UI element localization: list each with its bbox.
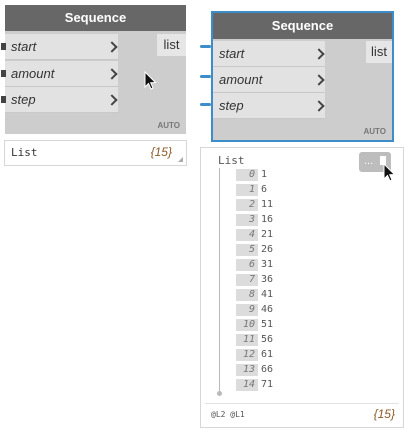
node-title[interactable]: Sequence bbox=[5, 5, 186, 31]
list-value: 21 bbox=[261, 229, 274, 240]
chevron-right-icon bbox=[313, 47, 325, 60]
chevron-right-icon bbox=[106, 93, 118, 106]
resize-grip-icon[interactable] bbox=[178, 157, 183, 162]
mouse-cursor-icon bbox=[383, 163, 396, 182]
chevron-right-icon bbox=[313, 99, 325, 112]
item-count: {15} bbox=[150, 145, 172, 159]
input-port-step[interactable]: step bbox=[213, 93, 325, 119]
connector-wire[interactable] bbox=[200, 103, 211, 106]
chevron-right-icon bbox=[106, 40, 118, 53]
mouse-cursor-icon bbox=[144, 71, 157, 90]
node-title[interactable]: Sequence bbox=[213, 13, 392, 39]
input-port-step[interactable]: step bbox=[1, 87, 118, 113]
list-levels: @L2 @L1 bbox=[211, 410, 245, 419]
chevron-right-icon bbox=[106, 67, 118, 80]
port-label: start bbox=[219, 46, 245, 61]
preview-type-label: List bbox=[218, 154, 245, 167]
lacing-label: AUTO bbox=[157, 121, 180, 130]
lacing-label: AUTO bbox=[363, 127, 386, 136]
input-port-start[interactable]: start bbox=[213, 41, 325, 67]
list-index: 13 bbox=[236, 364, 258, 376]
list-index: 11 bbox=[236, 334, 258, 346]
list-index: 0 bbox=[236, 169, 258, 181]
list-value: 11 bbox=[261, 199, 274, 210]
port-label: step bbox=[219, 98, 244, 113]
list-index: 10 bbox=[236, 319, 258, 331]
list-index: 3 bbox=[236, 214, 258, 226]
output-port-list[interactable]: list bbox=[366, 41, 392, 63]
list-value: 6 bbox=[261, 184, 268, 195]
list-index: 8 bbox=[236, 289, 258, 301]
input-port-start[interactable]: start bbox=[1, 34, 118, 60]
list-index: 7 bbox=[236, 274, 258, 286]
preview-bubble-expanded[interactable]: List ... 0 1 1 6 2 11 3 16 4 21 5 26 6 3… bbox=[200, 147, 404, 428]
sequence-node-right[interactable]: Sequence start amount step list AUTO bbox=[211, 11, 394, 142]
chevron-right-icon bbox=[313, 73, 325, 86]
sequence-node-left[interactable]: Sequence start amount step list AUTO bbox=[1, 5, 186, 134]
input-port-amount[interactable]: amount bbox=[1, 61, 118, 87]
list-index: 12 bbox=[236, 349, 258, 361]
list-index: 4 bbox=[236, 229, 258, 241]
connector-wire[interactable] bbox=[200, 75, 211, 78]
list-value: 61 bbox=[261, 349, 274, 360]
list-value: 31 bbox=[261, 259, 274, 270]
list-index: 6 bbox=[236, 259, 258, 271]
more-label: ... bbox=[364, 155, 374, 167]
list-index: 14 bbox=[236, 379, 258, 391]
list-value: 26 bbox=[261, 244, 274, 255]
item-count: {15} bbox=[373, 407, 395, 421]
list-index: 2 bbox=[236, 199, 258, 211]
input-port-amount[interactable]: amount bbox=[213, 67, 325, 93]
list-value: 36 bbox=[261, 274, 274, 285]
port-label: amount bbox=[11, 66, 55, 81]
port-label: start bbox=[11, 39, 37, 54]
port-label: step bbox=[11, 92, 36, 107]
preview-type-label: List bbox=[11, 146, 38, 159]
list-value: 16 bbox=[261, 214, 274, 225]
list-value: 41 bbox=[261, 289, 274, 300]
list-index: 5 bbox=[236, 244, 258, 256]
preview-bubble-collapsed[interactable]: List {15} bbox=[4, 140, 187, 166]
list-value: 66 bbox=[261, 364, 274, 375]
port-label: amount bbox=[219, 72, 263, 87]
list-value: 71 bbox=[261, 379, 274, 390]
list-index: 1 bbox=[236, 184, 258, 196]
output-port-list[interactable]: list bbox=[157, 34, 186, 56]
divider bbox=[205, 403, 399, 404]
list-value: 56 bbox=[261, 334, 274, 345]
list-value: 51 bbox=[261, 319, 274, 330]
list-value: 1 bbox=[261, 169, 268, 180]
connector-wire[interactable] bbox=[200, 45, 211, 48]
list-value: 46 bbox=[261, 304, 274, 315]
tree-end-dot bbox=[217, 391, 222, 396]
tree-guide-line bbox=[219, 168, 220, 393]
list-index: 9 bbox=[236, 304, 258, 316]
